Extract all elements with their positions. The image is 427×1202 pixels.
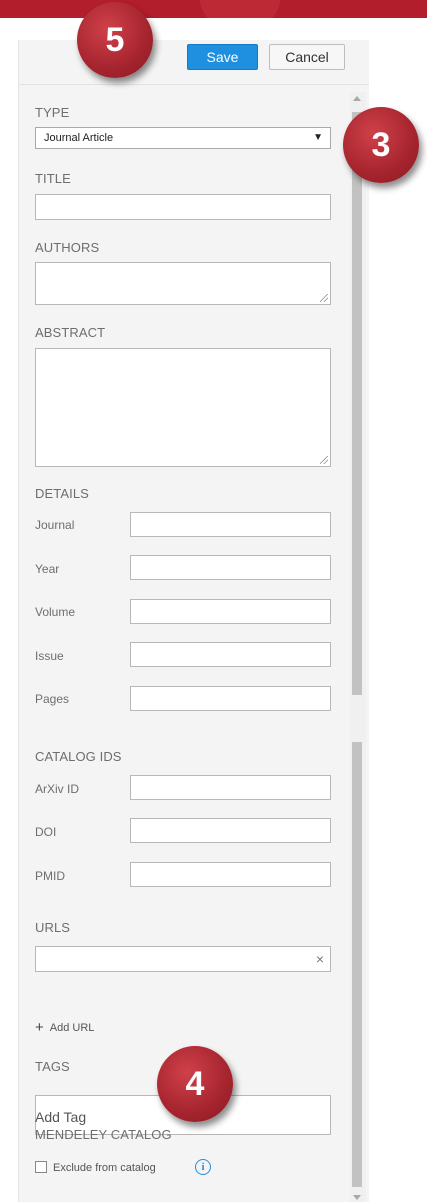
dropdown-arrow-icon: ▼ [313, 132, 323, 143]
type-select[interactable]: Journal Article ▼ [35, 127, 331, 149]
arxiv-id-input[interactable] [130, 775, 331, 800]
resize-handle-icon[interactable] [320, 294, 328, 302]
title-input[interactable] [35, 194, 331, 220]
scroll-down-arrow-icon[interactable] [353, 1195, 361, 1200]
pmid-label: PMID [35, 869, 65, 883]
year-label: Year [35, 562, 60, 576]
exclude-from-catalog-option[interactable]: Exclude from catalog [35, 1161, 156, 1174]
journal-input[interactable] [130, 512, 331, 537]
panel-scrollbar[interactable] [350, 92, 366, 1202]
abstract-textarea[interactable] [35, 348, 331, 467]
document-details-panel: Save Cancel TYPE Journal Article ▼ TITLE… [18, 40, 369, 1202]
scrollbar-thumb[interactable] [352, 112, 362, 695]
pmid-input[interactable] [130, 862, 331, 887]
tag-input-placeholder: Add Tag [35, 1109, 87, 1125]
title-label: TITLE [35, 171, 71, 186]
volume-label: Volume [35, 605, 76, 619]
issue-input[interactable] [130, 642, 331, 667]
urls-label: URLS [35, 920, 71, 935]
authors-label: AUTHORS [35, 240, 100, 255]
pages-label: Pages [35, 692, 70, 706]
callout-badge-5: 5 [77, 2, 153, 78]
details-label: DETAILS [35, 486, 89, 501]
clear-icon[interactable]: × [316, 951, 324, 967]
issue-label: Issue [35, 649, 64, 663]
cancel-button[interactable]: Cancel [269, 44, 345, 70]
scroll-up-arrow-icon[interactable] [353, 96, 361, 101]
app-header-bar [0, 0, 427, 18]
resize-handle-icon[interactable] [320, 456, 328, 464]
year-input[interactable] [130, 555, 331, 580]
header-decoration [200, 0, 280, 18]
save-button[interactable]: Save [187, 44, 258, 70]
plus-icon: + [35, 1019, 44, 1036]
authors-textarea[interactable] [35, 262, 331, 305]
info-icon[interactable]: i [195, 1159, 211, 1175]
doi-input[interactable] [130, 818, 331, 843]
catalog-ids-label: CATALOG IDS [35, 749, 122, 764]
type-label: TYPE [35, 105, 70, 120]
callout-badge-3: 3 [343, 107, 419, 183]
callout-badge-4: 4 [157, 1046, 233, 1122]
add-url-label: Add URL [49, 1022, 95, 1034]
doi-label: DOI [35, 825, 57, 839]
url-input[interactable]: × [35, 946, 331, 972]
abstract-label: ABSTRACT [35, 325, 106, 340]
type-selected-value: Journal Article [44, 132, 114, 144]
journal-label: Journal [35, 518, 75, 532]
exclude-checkbox[interactable] [35, 1161, 47, 1173]
volume-input[interactable] [130, 599, 331, 624]
exclude-label: Exclude from catalog [53, 1162, 156, 1174]
scrollbar-thumb-lower[interactable] [352, 742, 362, 1187]
mendeley-catalog-label: MENDELEY CATALOG [35, 1127, 172, 1142]
arxiv-id-label: ArXiv ID [35, 782, 80, 796]
add-url-button[interactable]: + Add URL [35, 1019, 94, 1036]
edit-toolbar: Save Cancel [19, 40, 369, 85]
tags-label: TAGS [35, 1059, 70, 1074]
pages-input[interactable] [130, 686, 331, 711]
